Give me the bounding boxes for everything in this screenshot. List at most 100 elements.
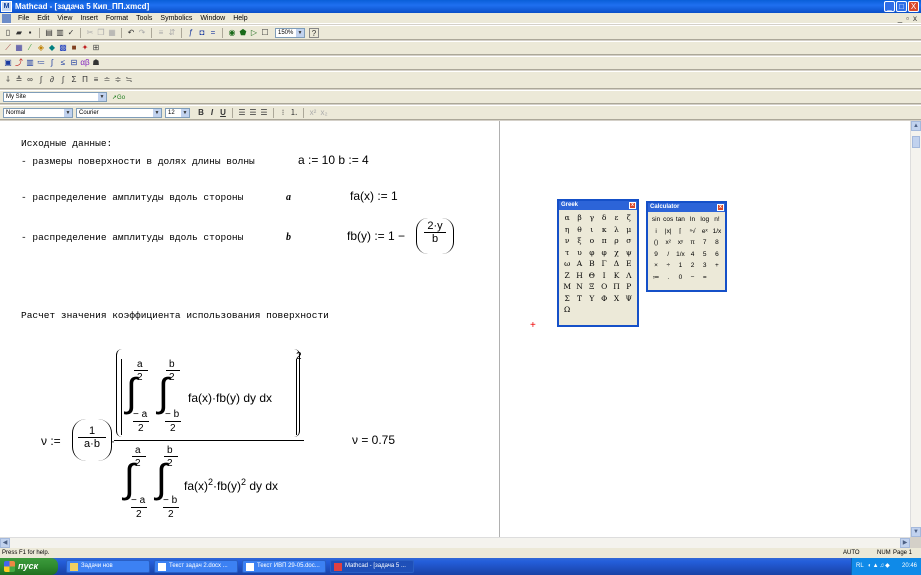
align-across-icon[interactable]: ≡ — [156, 28, 166, 38]
calculator-key[interactable]: 8 — [711, 237, 723, 249]
document-icon[interactable] — [2, 13, 11, 23]
symbolic-sum-icon[interactable]: Σ — [69, 75, 79, 85]
greek-symbol-button[interactable]: Δ — [610, 258, 622, 270]
greek-symbol-button[interactable]: Ω — [561, 304, 573, 316]
underline-button[interactable]: U — [218, 108, 228, 118]
greek-symbol-button[interactable]: ω — [561, 258, 573, 270]
doc-restore-button[interactable]: ▫ — [906, 14, 909, 23]
symbolic-complex-icon[interactable]: ≙ — [14, 75, 24, 85]
superscript-icon[interactable]: x² — [308, 108, 318, 118]
greek-symbol-button[interactable]: ν — [561, 235, 573, 247]
font-combo[interactable]: Courier ▼ — [76, 107, 162, 118]
greek-symbol-button[interactable]: Α — [573, 258, 585, 270]
greek-symbol-button[interactable]: Π — [610, 281, 622, 293]
greek-toolbar-icon[interactable]: ■ — [69, 43, 79, 53]
greek-symbol-button[interactable]: Χ — [610, 293, 622, 305]
italic-button[interactable]: I — [207, 108, 217, 118]
graph-toolbar-icon[interactable]: ⟋ — [3, 43, 13, 53]
modifier-toolbar-icon[interactable]: ⊞ — [91, 43, 101, 53]
calculator-key[interactable]: ⌈ — [674, 226, 686, 238]
resource-combo[interactable]: My Site ▼ — [3, 92, 107, 102]
menu-window[interactable]: Window — [196, 15, 229, 22]
symbolic-limit-icon[interactable]: ∞ — [25, 75, 35, 85]
boolean-toolbar-icon[interactable]: ◆ — [47, 43, 57, 53]
scroll-down-icon[interactable]: ▼ — [911, 527, 921, 537]
greek-symbol-button[interactable]: Ξ — [586, 281, 598, 293]
symbolic-simplify-icon[interactable]: ∫ — [36, 75, 46, 85]
greek-symbol-button[interactable]: Ι — [598, 270, 610, 282]
doc-close-button[interactable]: x — [913, 14, 917, 23]
calculator-key[interactable]: |x| — [662, 226, 674, 238]
greek-symbol-button[interactable]: ο — [586, 235, 598, 247]
heading-calculation[interactable]: Расчет значения коэффициента использован… — [21, 310, 329, 321]
calculator-key[interactable]: () — [650, 237, 662, 249]
redo-icon[interactable]: ↷ — [137, 28, 147, 38]
task-word-2[interactable]: Текст ИВП 29-05.doc... — [242, 560, 326, 573]
open-folder-icon[interactable]: ▰ — [14, 28, 24, 38]
calculator-key[interactable]: eˣ — [699, 226, 711, 238]
programming-toolbar-icon[interactable]: ▩ — [58, 43, 68, 53]
text-line-fa[interactable]: - распределение амплитуды вдоль стороны — [21, 192, 243, 203]
spell-check-icon[interactable]: ✓ — [66, 28, 76, 38]
greek-symbol-button[interactable]: Τ — [573, 293, 585, 305]
menu-view[interactable]: View — [53, 15, 76, 22]
restore-button[interactable]: □ — [896, 1, 907, 12]
greek-palette-icon[interactable]: αβ — [80, 58, 90, 68]
symbolic-palette-icon[interactable]: ☗ — [91, 58, 101, 68]
scroll-left-icon[interactable]: ◀ — [0, 538, 10, 548]
resource-center-icon[interactable]: ☐ — [260, 28, 270, 38]
subscript-icon[interactable]: x₂ — [319, 108, 329, 118]
minimize-button[interactable]: _ — [884, 1, 895, 12]
calculator-key[interactable]: 5 — [699, 249, 711, 261]
chevron-down-icon[interactable]: ▼ — [296, 28, 304, 37]
text-line-size[interactable]: - размеры поверхности в долях длины волн… — [21, 156, 255, 167]
style-combo[interactable]: Normal ▼ — [3, 107, 73, 118]
greek-symbol-button[interactable]: α — [561, 212, 573, 224]
menu-insert[interactable]: Insert — [76, 15, 102, 22]
calculator-key[interactable]: tan — [674, 214, 686, 226]
copy-icon[interactable]: ❐ — [96, 28, 106, 38]
bold-button[interactable]: B — [196, 108, 206, 118]
task-folder[interactable]: Задачи нов — [66, 560, 150, 573]
vertical-scrollbar[interactable]: ▲ ▼ — [910, 121, 921, 537]
greek-symbol-button[interactable]: λ — [610, 224, 622, 236]
run-script-icon[interactable]: ▷ — [249, 28, 259, 38]
greek-symbol-button[interactable]: τ — [561, 247, 573, 259]
calculator-key[interactable]: x² — [662, 237, 674, 249]
greek-palette-title[interactable]: Greek x — [559, 201, 637, 210]
calculator-key[interactable]: π — [687, 237, 699, 249]
greek-symbol-button[interactable]: δ — [598, 212, 610, 224]
chevron-down-icon[interactable]: ▼ — [181, 108, 189, 117]
greek-symbol-button[interactable]: Θ — [586, 270, 598, 282]
numerator-integrand[interactable]: fa(x)·fb(y) dy dx — [188, 391, 272, 405]
calculator-key[interactable]: 1/x — [674, 249, 686, 261]
horizontal-scrollbar[interactable]: ◀ ▶ — [0, 537, 910, 548]
greek-symbol-button[interactable]: χ — [610, 247, 622, 259]
calculator-key[interactable]: + — [711, 260, 723, 272]
menu-symbolics[interactable]: Symbolics — [156, 15, 196, 22]
calculator-key[interactable]: sin — [650, 214, 662, 226]
calculator-key[interactable]: log — [699, 214, 711, 226]
greek-symbol-button[interactable]: ζ — [623, 212, 635, 224]
greek-symbol-button[interactable]: μ — [623, 224, 635, 236]
greek-symbol-button[interactable]: θ — [573, 224, 585, 236]
greek-symbol-button[interactable]: Ε — [623, 258, 635, 270]
graph-palette-icon[interactable]: ⤴ — [14, 58, 24, 68]
bullets-icon[interactable]: ⁝ — [278, 108, 288, 118]
matrix-palette-icon[interactable]: ▥ — [25, 58, 35, 68]
symbolic-derivative-icon[interactable]: ∂ — [47, 75, 57, 85]
calculus-toolbar-icon[interactable]: ◈ — [36, 43, 46, 53]
programming-palette-icon[interactable]: ⊟ — [69, 58, 79, 68]
greek-symbol-button[interactable]: υ — [573, 247, 585, 259]
greek-symbol-button[interactable]: β — [573, 212, 585, 224]
calculator-key[interactable]: n! — [711, 214, 723, 226]
greek-symbol-button[interactable]: φ — [598, 247, 610, 259]
calculator-key[interactable]: 7 — [699, 237, 711, 249]
save-icon[interactable]: ▪ — [25, 28, 35, 38]
align-right-icon[interactable]: ☰ — [259, 108, 269, 118]
print-icon[interactable]: ▤ — [44, 28, 54, 38]
task-mathcad[interactable]: Mathcad - [задача 5 ... — [330, 560, 414, 573]
greek-symbol-button[interactable]: π — [598, 235, 610, 247]
menu-edit[interactable]: Edit — [33, 15, 53, 22]
language-indicator[interactable]: RL — [856, 558, 864, 575]
